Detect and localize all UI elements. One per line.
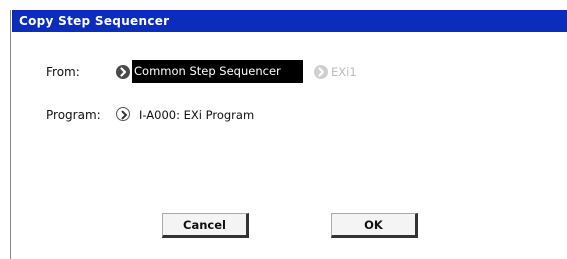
program-value: I-A000: EXi Program (139, 108, 255, 122)
chevron-right-icon (318, 67, 325, 77)
dialog-title: Copy Step Sequencer (19, 14, 170, 28)
copy-step-sequencer-dialog: Copy Step Sequencer From: Common Step Se… (0, 0, 567, 259)
from-source-field[interactable]: Common Step Sequencer (132, 60, 303, 83)
program-select-button[interactable] (116, 107, 130, 121)
ok-button[interactable]: OK (331, 213, 418, 238)
from-select-button[interactable] (116, 65, 130, 79)
from-label: From: (46, 65, 80, 79)
dialog-border (10, 10, 11, 259)
exi-select-button (314, 65, 328, 79)
chevron-right-icon (121, 110, 127, 120)
cancel-button[interactable]: Cancel (162, 213, 249, 238)
program-label: Program: (46, 108, 101, 122)
dialog-title-bar: Copy Step Sequencer (12, 10, 567, 32)
exi-option-label: EXi1 (331, 65, 357, 79)
from-source-value: Common Step Sequencer (134, 64, 281, 78)
chevron-right-icon (120, 67, 127, 77)
